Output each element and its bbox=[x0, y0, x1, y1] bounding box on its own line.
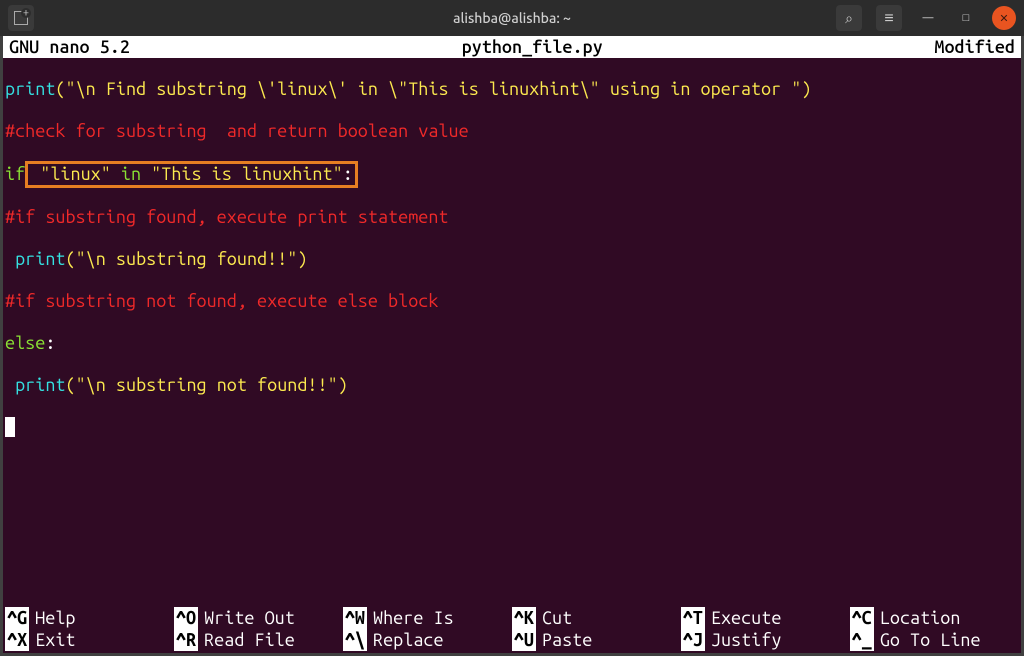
search-icon bbox=[845, 10, 853, 27]
terminal-area[interactable]: GNU nano 5.2 python_file.py Modified pri… bbox=[0, 36, 1024, 656]
new-tab-icon bbox=[14, 11, 28, 25]
shortcut-paste[interactable]: ^UPaste bbox=[512, 629, 681, 651]
code-line-1: print("\n Find substring \'linux\' in \"… bbox=[5, 79, 1019, 100]
shortcut-read-file[interactable]: ^RRead File bbox=[174, 629, 343, 651]
shortcut-help[interactable]: ^GHelp bbox=[5, 607, 174, 629]
code-line-2: #check for substring and return boolean … bbox=[5, 121, 1019, 142]
code-line-7: else: bbox=[5, 333, 1019, 354]
menu-icon bbox=[884, 9, 893, 28]
close-icon: ✕ bbox=[999, 12, 1008, 25]
code-line-8: print("\n substring not found!!") bbox=[5, 375, 1019, 396]
highlight-box: "linux" in "This is linuxhint": bbox=[25, 161, 358, 188]
shortcut-replace[interactable]: ^\Replace bbox=[343, 629, 512, 651]
cursor bbox=[5, 417, 15, 437]
nano-header: GNU nano 5.2 python_file.py Modified bbox=[3, 36, 1021, 58]
code-line-4: #if substring found, execute print state… bbox=[5, 207, 1019, 228]
nano-status: Modified bbox=[934, 37, 1015, 57]
maximize-icon: □ bbox=[963, 12, 970, 24]
minimize-button[interactable]: — bbox=[916, 6, 940, 30]
editor-content[interactable]: print("\n Find substring \'linux\' in \"… bbox=[3, 58, 1021, 607]
search-button[interactable] bbox=[836, 5, 862, 31]
shortcut-row-1: ^GHelp ^OWrite Out ^WWhere Is ^KCut ^TEx… bbox=[5, 607, 1019, 629]
window-title: alishba@alishba: ~ bbox=[453, 10, 571, 26]
minimize-icon: — bbox=[923, 12, 934, 24]
shortcut-goto-line[interactable]: ^_Go To Line bbox=[850, 629, 1019, 651]
new-tab-button[interactable] bbox=[8, 5, 34, 31]
nano-filename: python_file.py bbox=[130, 37, 934, 57]
nano-shortcuts: ^GHelp ^OWrite Out ^WWhere Is ^KCut ^TEx… bbox=[3, 607, 1021, 653]
maximize-button[interactable]: □ bbox=[954, 6, 978, 30]
shortcut-row-2: ^XExit ^RRead File ^\Replace ^UPaste ^JJ… bbox=[5, 629, 1019, 651]
shortcut-exit[interactable]: ^XExit bbox=[5, 629, 174, 651]
shortcut-execute[interactable]: ^TExecute bbox=[681, 607, 850, 629]
shortcut-justify[interactable]: ^JJustify bbox=[681, 629, 850, 651]
cursor-line bbox=[5, 417, 1019, 438]
code-line-6: #if substring not found, execute else bl… bbox=[5, 291, 1019, 312]
window-titlebar: alishba@alishba: ~ — □ ✕ bbox=[0, 0, 1024, 36]
code-line-3: if "linux" in "This is linuxhint": bbox=[5, 163, 1019, 186]
shortcut-where-is[interactable]: ^WWhere Is bbox=[343, 607, 512, 629]
shortcut-write-out[interactable]: ^OWrite Out bbox=[174, 607, 343, 629]
close-button[interactable]: ✕ bbox=[992, 6, 1016, 30]
shortcut-location[interactable]: ^CLocation bbox=[850, 607, 1019, 629]
code-line-5: print("\n substring found!!") bbox=[5, 249, 1019, 270]
shortcut-cut[interactable]: ^KCut bbox=[512, 607, 681, 629]
hamburger-menu-button[interactable] bbox=[876, 5, 902, 31]
nano-app-version: GNU nano 5.2 bbox=[9, 37, 130, 57]
